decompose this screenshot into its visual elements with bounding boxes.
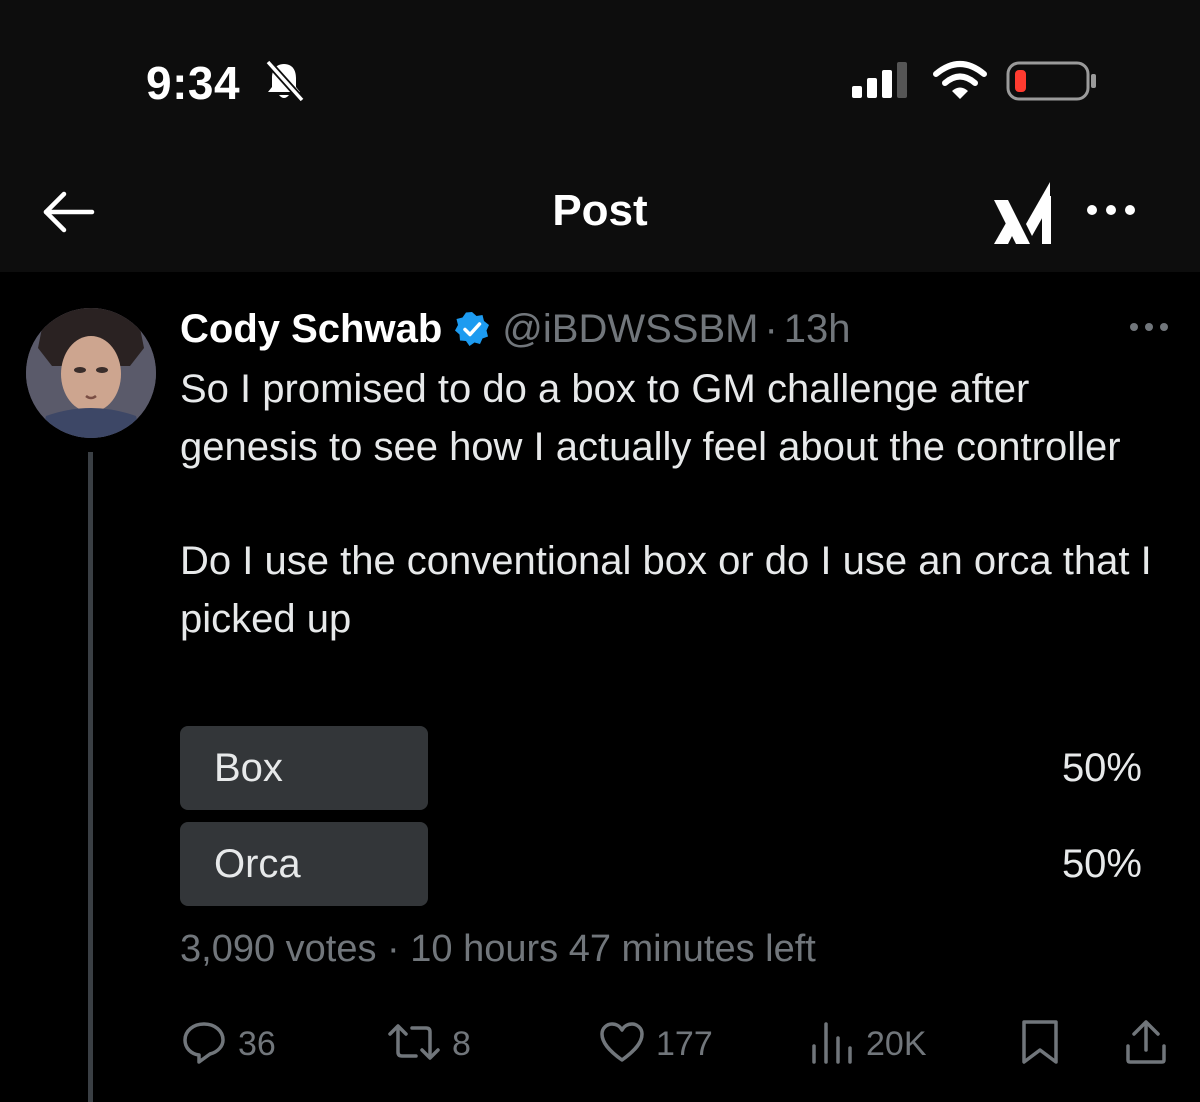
like-count: 177 bbox=[656, 1024, 713, 1063]
share-icon bbox=[1124, 1018, 1168, 1071]
bell-slash-icon bbox=[262, 58, 306, 109]
poll-option-box[interactable]: Box 50% bbox=[180, 726, 1142, 810]
status-time: 9:34 bbox=[146, 57, 241, 109]
bookmark-button[interactable] bbox=[1018, 1016, 1062, 1072]
repost-icon bbox=[386, 1018, 442, 1071]
separator-dot: · bbox=[387, 928, 400, 970]
poll-option-percent: 50% bbox=[1061, 842, 1142, 886]
poll-option-label: Orca bbox=[214, 842, 301, 886]
post-paragraph: So I promised to do a box to GM challeng… bbox=[180, 367, 1121, 469]
poll-option-label: Box bbox=[214, 746, 283, 790]
share-button[interactable] bbox=[1124, 1016, 1168, 1072]
post-paragraph: Do I use the conventional box or do I us… bbox=[180, 539, 1152, 641]
poll-votes: 3,090 votes bbox=[180, 928, 377, 970]
poll-option-percent: 50% bbox=[1061, 746, 1142, 790]
author-handle[interactable]: @iBDWSSBM bbox=[502, 307, 758, 352]
repost-button[interactable]: 8 bbox=[386, 1016, 471, 1072]
more-horizontal-icon[interactable] bbox=[1084, 202, 1138, 223]
poll: Box 50% Orca 50% bbox=[180, 726, 1142, 918]
bookmark-icon bbox=[1018, 1018, 1062, 1071]
poll-time-left: 10 hours 47 minutes left bbox=[410, 928, 816, 970]
top-nav-bar: Post bbox=[0, 150, 1200, 272]
views-button[interactable]: 20K bbox=[808, 1016, 927, 1072]
heart-icon bbox=[598, 1018, 646, 1071]
views-count: 20K bbox=[866, 1024, 927, 1063]
like-button[interactable]: 177 bbox=[598, 1016, 713, 1072]
post-header: Cody Schwab @iBDWSSBM · 13h bbox=[180, 304, 851, 354]
poll-option-orca[interactable]: Orca 50% bbox=[180, 822, 1142, 906]
avatar[interactable] bbox=[26, 308, 156, 438]
separator-dot: · bbox=[764, 306, 778, 351]
action-bar: 36 8 177 20K bbox=[180, 1016, 1170, 1072]
post-more-icon[interactable] bbox=[1128, 320, 1170, 338]
post-time[interactable]: 13h bbox=[784, 307, 851, 352]
battery-low-icon bbox=[1006, 60, 1098, 107]
reply-icon bbox=[180, 1018, 228, 1071]
repost-count: 8 bbox=[452, 1024, 471, 1063]
views-icon bbox=[808, 1018, 856, 1071]
reply-button[interactable]: 36 bbox=[180, 1016, 276, 1072]
reply-count: 36 bbox=[238, 1024, 276, 1063]
xai-logo-icon[interactable] bbox=[990, 178, 1056, 251]
thread-line bbox=[88, 452, 93, 1102]
wifi-icon bbox=[932, 60, 988, 107]
status-bar: 9:34 bbox=[0, 0, 1200, 150]
author-name[interactable]: Cody Schwab bbox=[180, 307, 442, 352]
post-body: So I promised to do a box to GM challeng… bbox=[180, 360, 1170, 648]
signal-icon bbox=[850, 60, 914, 105]
poll-meta: 3,090 votes · 10 hours 47 minutes left bbox=[180, 928, 816, 971]
verified-badge-icon[interactable] bbox=[454, 311, 490, 347]
